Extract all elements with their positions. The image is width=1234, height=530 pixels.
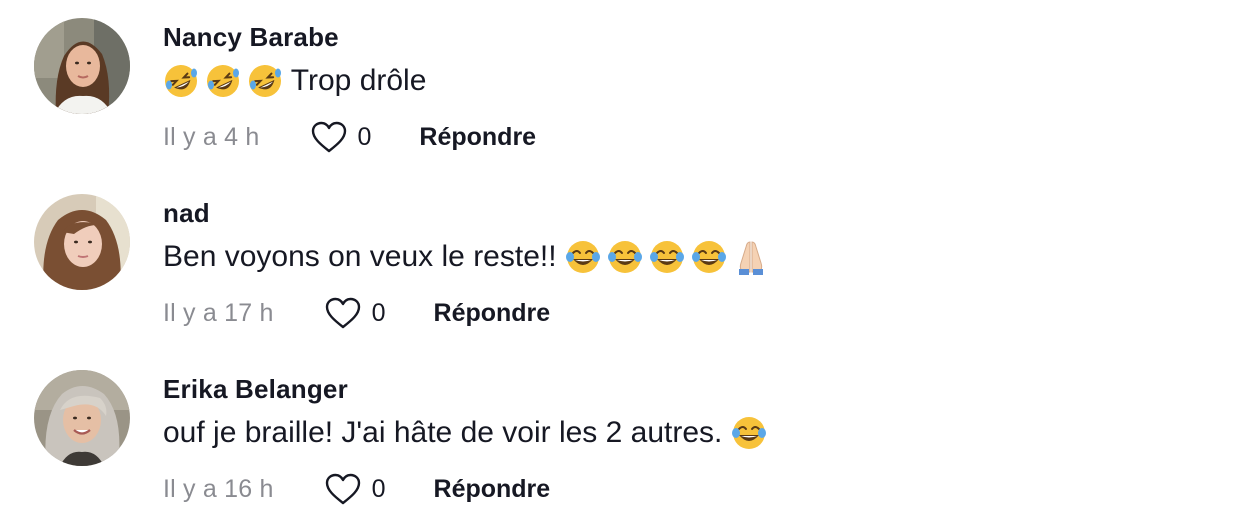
heart-outline-icon[interactable]: [324, 296, 362, 330]
tears-of-joy-emoji: [649, 239, 685, 275]
comment-timestamp: Il y a 16 h: [163, 474, 274, 503]
comment-item: nad Ben voyons on veux le reste!! Il y a…: [0, 176, 1234, 336]
like-count: 0: [371, 298, 386, 327]
avatar[interactable]: [34, 18, 130, 114]
comment-meta: Il y a 17 h 0 Répondre: [163, 293, 550, 333]
like-button[interactable]: 0: [324, 472, 386, 506]
tears-of-joy-emoji: [731, 415, 767, 451]
tears-of-joy-emoji: [607, 239, 643, 275]
comment-text: ouf je braille! J'ai hâte de voir les 2 …: [163, 415, 767, 451]
folded-hands-emoji: [733, 239, 769, 275]
heart-outline-icon[interactable]: [324, 472, 362, 506]
comment-meta: Il y a 16 h 0 Répondre: [163, 469, 550, 509]
like-count: 0: [371, 474, 386, 503]
tears-of-joy-emoji: [691, 239, 727, 275]
comment-text: Trop drôle: [163, 63, 426, 99]
comment-body: Trop drôle: [283, 64, 427, 97]
comment-item: Nancy Barabe Trop drôle Il y a 4 h 0 Rép…: [0, 0, 1234, 160]
comment-timestamp: Il y a 4 h: [163, 122, 260, 151]
comment-timestamp: Il y a 17 h: [163, 298, 274, 327]
reply-button[interactable]: Répondre: [434, 475, 551, 504]
like-count: 0: [357, 122, 372, 151]
comment-body: Ben voyons on veux le reste!!: [163, 240, 565, 273]
avatar[interactable]: [34, 370, 130, 466]
comment-item: Erika Belanger ouf je braille! J'ai hâte…: [0, 352, 1234, 512]
like-button[interactable]: 0: [324, 296, 386, 330]
comment-username[interactable]: nad: [163, 198, 210, 229]
rofl-emoji: [247, 63, 283, 99]
avatar[interactable]: [34, 194, 130, 290]
comment-username[interactable]: Erika Belanger: [163, 374, 348, 405]
rofl-emoji: [205, 63, 241, 99]
reply-button[interactable]: Répondre: [434, 299, 551, 328]
like-button[interactable]: 0: [310, 120, 372, 154]
comment-meta: Il y a 4 h 0 Répondre: [163, 117, 536, 157]
comment-body: ouf je braille! J'ai hâte de voir les 2 …: [163, 416, 731, 449]
comment-username[interactable]: Nancy Barabe: [163, 22, 339, 53]
rofl-emoji: [163, 63, 199, 99]
comment-text: Ben voyons on veux le reste!!: [163, 239, 769, 275]
reply-button[interactable]: Répondre: [419, 123, 536, 152]
tears-of-joy-emoji: [565, 239, 601, 275]
heart-outline-icon[interactable]: [310, 120, 348, 154]
comment-list: Nancy Barabe Trop drôle Il y a 4 h 0 Rép…: [0, 0, 1234, 530]
